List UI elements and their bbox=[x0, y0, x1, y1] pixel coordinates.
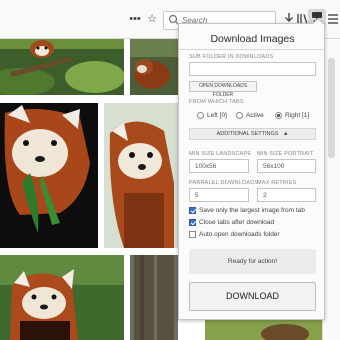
subfolder-input[interactable] bbox=[189, 62, 316, 76]
photo-partial-bottom-right[interactable] bbox=[205, 320, 322, 340]
radio-active-tab-label: Active bbox=[246, 112, 264, 119]
photo-red-panda-eating-bamboo[interactable] bbox=[0, 103, 98, 248]
subfolder-label: SUB FOLDER IN DOWNLOADS bbox=[189, 54, 274, 60]
additional-settings-label: ADDITIONAL SETTINGS bbox=[216, 131, 279, 137]
caret-up-icon: ▲ bbox=[282, 131, 289, 137]
radio-left-tabs[interactable] bbox=[197, 112, 204, 119]
radio-left-tabs-label: Left [0] bbox=[207, 112, 227, 119]
checkbox-largest-image-label: Save only the largest image from tab bbox=[199, 207, 305, 214]
tabs-label: FROM WHICH TABS bbox=[189, 99, 244, 105]
checkbox-close-tabs-label: Close tabs after download bbox=[199, 219, 275, 226]
scroll-thumb[interactable] bbox=[328, 58, 335, 158]
bookmark-star-icon[interactable]: ☆ bbox=[145, 12, 159, 26]
status-message: Ready for action! bbox=[189, 249, 316, 274]
menu-icon[interactable] bbox=[328, 12, 338, 26]
checkbox-close-tabs[interactable] bbox=[189, 219, 196, 226]
parallel-downloads-label: PARRALEL DOWNLOADS bbox=[189, 180, 259, 186]
radio-right-tabs-label: Right [1] bbox=[285, 112, 310, 119]
open-downloads-folder-button[interactable]: OPEN DOWNLOADS FOLDER bbox=[189, 81, 257, 98]
max-retries-label: MAX RETRIES bbox=[257, 180, 297, 186]
photo-red-panda-bottom-middle[interactable] bbox=[130, 255, 178, 340]
min-portrait-input[interactable] bbox=[257, 159, 316, 173]
additional-settings-toggle[interactable]: ADDITIONAL SETTINGS ▲ bbox=[189, 128, 316, 140]
download-images-popup: Download Images SUB FOLDER IN DOWNLOADS … bbox=[178, 23, 326, 320]
popup-title: Download Images bbox=[210, 33, 295, 45]
min-landscape-label: MIN SIZE LANDSCAPE bbox=[189, 151, 252, 157]
checkbox-largest-image[interactable] bbox=[189, 207, 196, 214]
checkbox-auto-open-folder-label: Auto open downloads folder bbox=[199, 231, 280, 238]
photo-red-panda-portrait[interactable] bbox=[104, 103, 178, 248]
radio-right-tabs[interactable] bbox=[275, 112, 282, 119]
checkbox-auto-open-folder[interactable] bbox=[189, 231, 196, 238]
radio-active-tab[interactable] bbox=[236, 112, 243, 119]
ellipsis-icon[interactable]: ••• bbox=[128, 12, 142, 26]
min-landscape-input[interactable] bbox=[189, 159, 249, 173]
photo-red-panda-bottom-left[interactable] bbox=[0, 255, 124, 340]
popup-arrow-inner bbox=[313, 19, 323, 24]
divider bbox=[179, 49, 326, 50]
max-retries-input[interactable] bbox=[257, 188, 316, 202]
parallel-downloads-input[interactable] bbox=[189, 188, 249, 202]
download-button[interactable]: DOWNLOAD bbox=[189, 282, 316, 311]
min-portrait-label: MIN SIZE PORTRAIT bbox=[257, 151, 314, 157]
